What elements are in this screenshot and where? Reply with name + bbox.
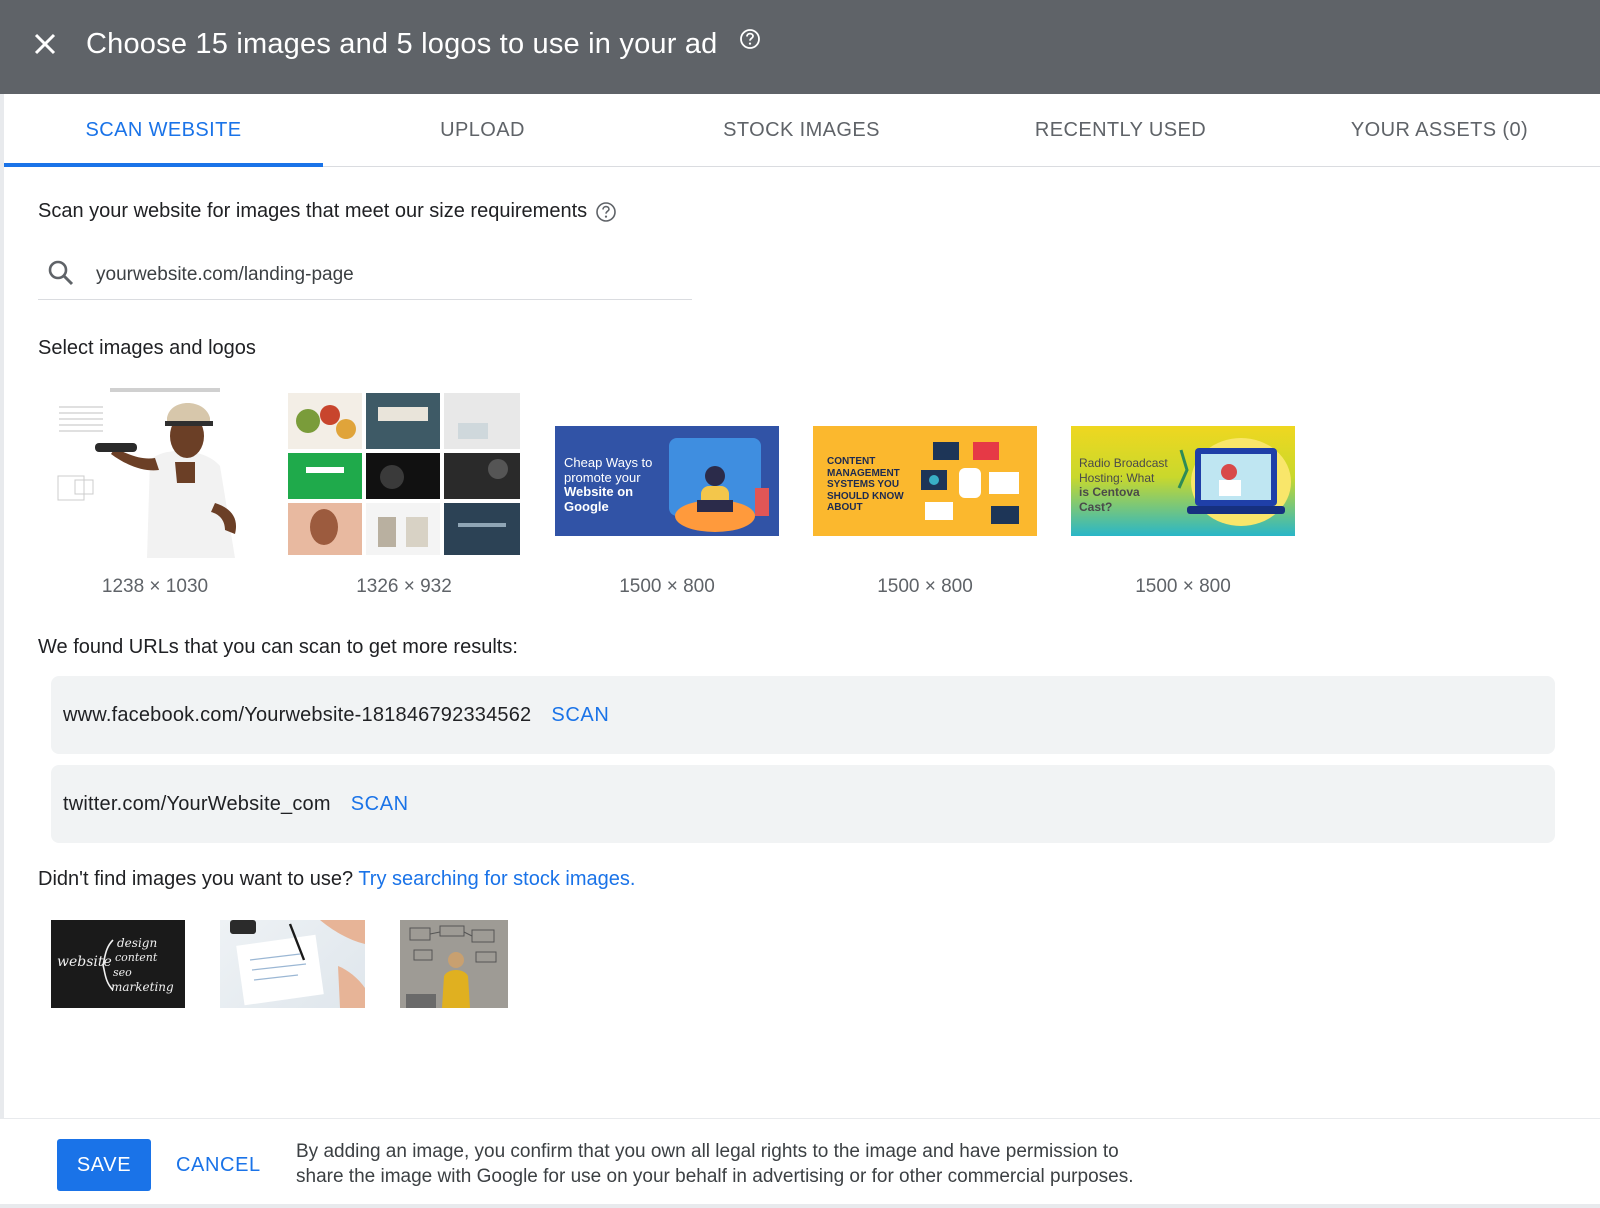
help-circle-icon[interactable] [739, 28, 761, 50]
dialog-footer: SAVE CANCEL By adding an image, you conf… [0, 1118, 1600, 1208]
stock-thumbnail-writing[interactable] [220, 920, 365, 1008]
thinking-person-icon [406, 925, 497, 1008]
singer-photo-icon [57, 388, 237, 558]
image-dimensions: 1500 × 800 [619, 576, 715, 597]
dialog-header: Choose 15 images and 5 logos to use in y… [0, 0, 1600, 94]
thumb-text: Cheap Ways to promote your Website on Go… [564, 455, 653, 514]
stock-thumbnail-chalkboard[interactable]: website design content seo marketing [51, 920, 185, 1008]
chalk-word: design [117, 936, 158, 950]
tab-bar: SCAN WEBSITE UPLOAD STOCK IMAGES RECENTL… [4, 94, 1600, 167]
chalk-word: content [115, 951, 158, 964]
stock-search-link[interactable]: Try searching for stock images. [358, 868, 635, 890]
website-search [38, 250, 692, 300]
dialog-title: Choose 15 images and 5 logos to use in y… [86, 28, 718, 60]
url-row-facebook: www.facebook.com/Yourwebsite-18184679233… [51, 676, 1555, 754]
tab-upload[interactable]: UPLOAD [323, 94, 642, 166]
close-icon[interactable] [28, 27, 62, 61]
collage-photo-icon [288, 393, 520, 555]
legal-disclaimer: By adding an image, you confirm that you… [296, 1141, 1134, 1187]
thumb-topbar [555, 418, 779, 426]
cms-graphics-icon [921, 442, 1019, 524]
thumb-topbar [1071, 418, 1295, 426]
image-dimensions: 1238 × 1030 [101, 576, 209, 597]
chalk-word: marketing [111, 980, 174, 994]
scan-twitter-button[interactable]: SCAN [351, 789, 409, 820]
image-dimensions: 1326 × 932 [356, 576, 452, 597]
left-border [0, 94, 4, 1208]
url-text: twitter.com/YourWebsite_com [63, 792, 331, 815]
url-row-twitter: twitter.com/YourWebsite_com SCAN [51, 765, 1555, 843]
found-urls-label: We found URLs that you can scan to get m… [38, 636, 518, 658]
thumb-text: Radio Broadcast Hosting: What is Centova… [1079, 456, 1168, 514]
tab-scan-website[interactable]: SCAN WEBSITE [4, 94, 323, 167]
laptop-broadcast-icon [1177, 438, 1291, 526]
scan-label-text: Scan your website for images that meet o… [38, 200, 588, 222]
help-circle-icon[interactable] [595, 201, 617, 223]
person-laptop-icon [669, 438, 769, 532]
bottom-border [0, 1204, 1600, 1208]
stock-thumbnail-thinking[interactable] [400, 920, 508, 1008]
thumb-text: CONTENT MANAGEMENT SYSTEMS YOU SHOULD KN… [827, 456, 904, 513]
tab-recently-used[interactable]: RECENTLY USED [961, 94, 1280, 166]
image-thumbnail-website-collage[interactable] [288, 393, 520, 555]
stock-prompt-text: Didn't find images you want to use? [38, 868, 354, 890]
stock-prompt: Didn't find images you want to use? Try … [38, 868, 635, 891]
tab-your-assets[interactable]: YOUR ASSETS (0) [1280, 94, 1599, 166]
scan-facebook-button[interactable]: SCAN [551, 700, 609, 731]
url-text: www.facebook.com/Yourwebsite-18184679233… [63, 703, 532, 726]
cancel-button[interactable]: CANCEL [166, 1139, 271, 1191]
image-dimensions: 1500 × 800 [877, 576, 973, 597]
save-button[interactable]: SAVE [57, 1139, 151, 1191]
search-icon [48, 260, 74, 286]
select-images-label: Select images and logos [38, 337, 256, 359]
writing-hand-icon [230, 920, 365, 1008]
image-thumbnail-singer[interactable] [55, 388, 255, 558]
image-thumbnail-cheap-ways[interactable]: Cheap Ways to promote your Website on Go… [555, 418, 779, 536]
tab-stock-images[interactable]: STOCK IMAGES [642, 94, 961, 166]
search-input[interactable] [96, 260, 676, 290]
thumb-topbar [813, 418, 1037, 426]
image-dimensions: 1500 × 800 [1135, 576, 1231, 597]
image-thumbnail-radio-broadcast[interactable]: Radio Broadcast Hosting: What is Centova… [1071, 418, 1295, 536]
chalk-bracket-icon [102, 939, 114, 991]
image-thumbnail-content-management[interactable]: CONTENT MANAGEMENT SYSTEMS YOU SHOULD KN… [813, 418, 1037, 536]
chalk-word: seo [113, 966, 132, 979]
scan-instructions: Scan your website for images that meet o… [38, 200, 617, 223]
